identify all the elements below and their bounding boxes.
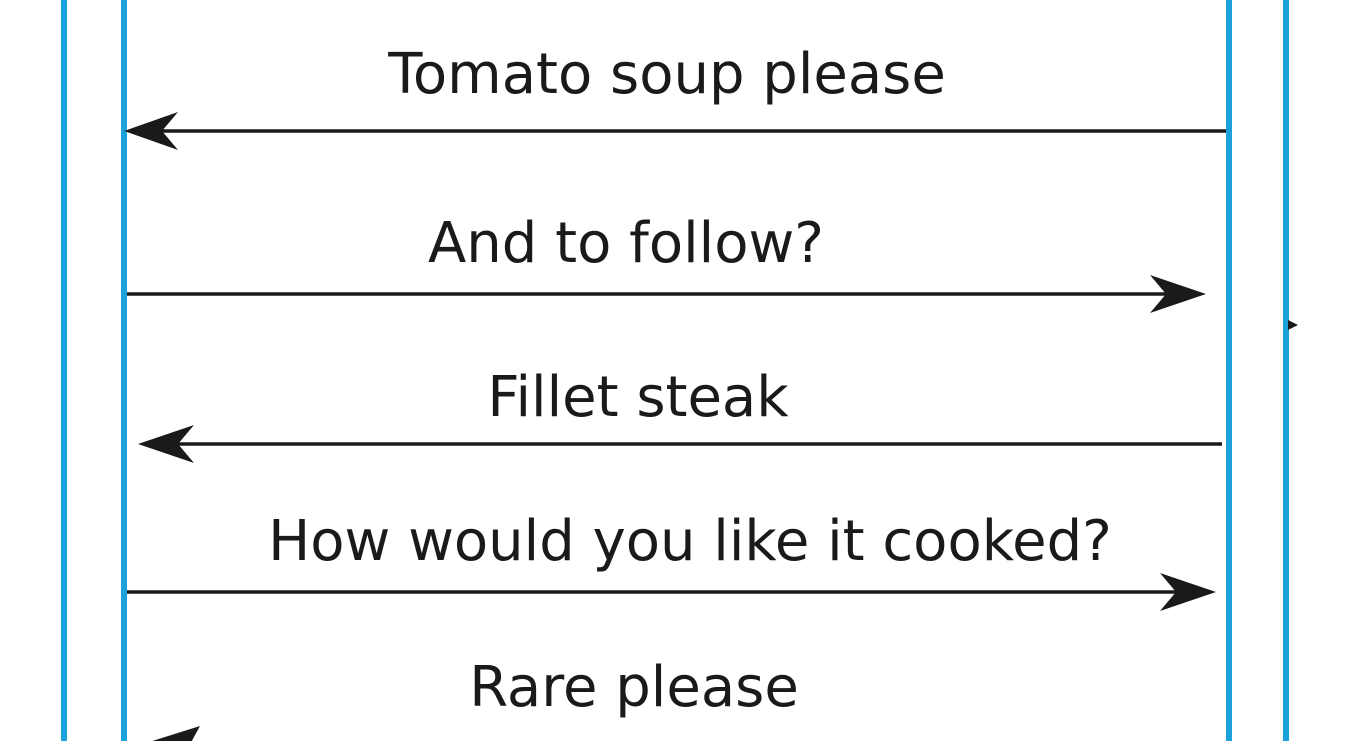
message-label: And to follow? [428, 211, 824, 276]
sequence-diagram: Tomato soup please And to follow? Fillet… [0, 0, 1350, 741]
message-label: How would you like it cooked? [268, 509, 1112, 574]
message-label: Fillet steak [487, 365, 789, 430]
message-label: Tomato soup please [387, 42, 946, 107]
message-label: Rare please [469, 655, 799, 720]
